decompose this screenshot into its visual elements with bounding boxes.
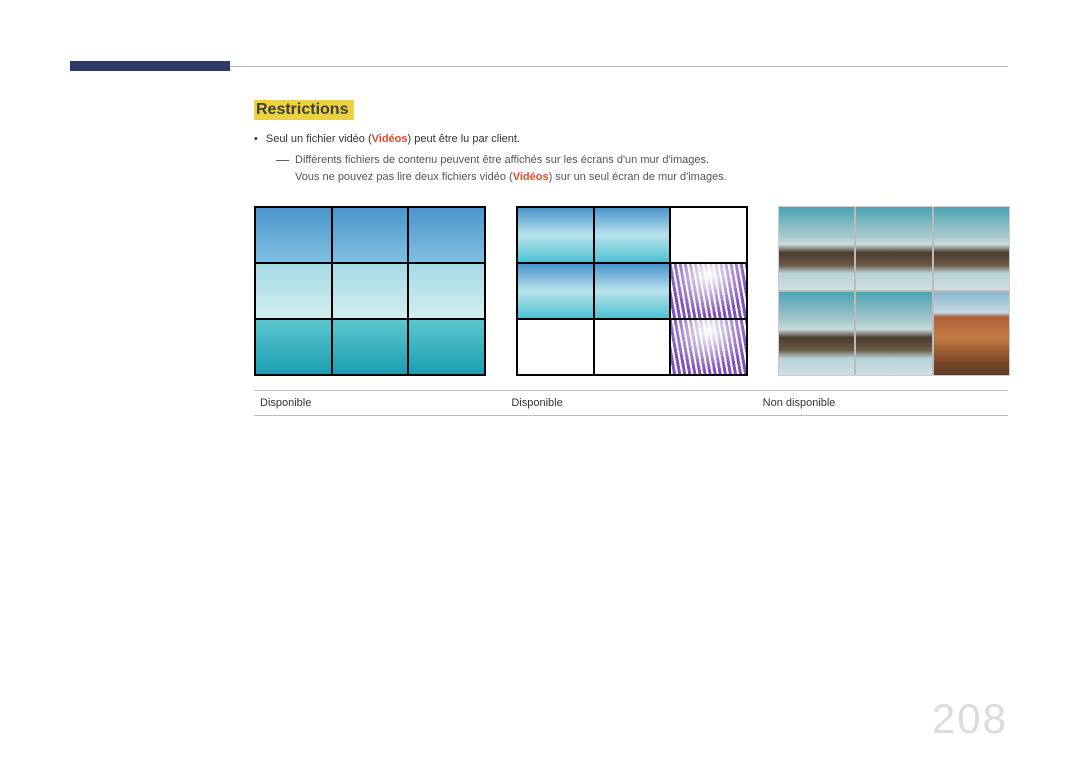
note-line-1: Différents fichiers de contenu peuvent ê…	[295, 152, 727, 169]
bullet-block: • Seul un fichier vidéo (Vidéos) peut êt…	[254, 130, 1008, 186]
tile-empty	[518, 320, 593, 374]
panel-available-1	[254, 206, 486, 376]
header-rule	[230, 66, 1008, 67]
bullet-text: Seul un fichier vidéo (Vidéos) peut être…	[266, 130, 520, 149]
tile-image	[671, 264, 746, 318]
note: ― Différents fichiers de contenu peuvent…	[254, 152, 1008, 186]
content: Restrictions • Seul un fichier vidéo (Vi…	[254, 100, 1008, 416]
tile	[256, 264, 331, 318]
tile	[333, 320, 408, 374]
caption-3: Non disponible	[757, 391, 1008, 415]
caption-row: Disponible Disponible Non disponible	[254, 390, 1008, 416]
tile	[256, 320, 331, 374]
tile	[333, 264, 408, 318]
panel-not-available	[778, 206, 1010, 376]
dash-icon: ―	[276, 152, 289, 186]
tile-video	[595, 264, 670, 318]
bullet-text-post: ) peut être lu par client.	[408, 133, 521, 145]
bullet-text-pre: Seul un fichier vidéo (	[266, 133, 372, 145]
videowall-grid-2	[516, 206, 748, 376]
videos-label: Vidéos	[372, 133, 408, 145]
tile-video-a	[934, 207, 1009, 290]
caption-1: Disponible	[254, 391, 505, 415]
tile-video	[595, 208, 670, 262]
note-text: Différents fichiers de contenu peuvent ê…	[295, 152, 727, 186]
tile-video-a	[779, 207, 854, 290]
tile-video	[518, 264, 593, 318]
panel-available-2	[516, 206, 748, 376]
tile-video-a	[856, 207, 931, 290]
tile	[409, 208, 484, 262]
page-number: 208	[932, 695, 1008, 743]
videos-label-2: Vidéos	[513, 171, 549, 183]
bullet-dot: •	[254, 130, 258, 149]
videowall-grid-1	[254, 206, 486, 376]
note-line-2: Vous ne pouvez pas lire deux fichiers vi…	[295, 169, 727, 186]
header-accent-bar	[70, 61, 230, 71]
caption-2: Disponible	[505, 391, 756, 415]
tile	[409, 320, 484, 374]
videowall-grid-3	[778, 206, 1010, 376]
videowall-panels	[254, 206, 1008, 376]
tile-video-a	[856, 292, 931, 375]
tile	[333, 208, 408, 262]
tile-video	[518, 208, 593, 262]
tile-video-b	[934, 292, 1009, 375]
note2-post: ) sur un seul écran de mur d'images.	[549, 171, 727, 183]
note2-pre: Vous ne pouvez pas lire deux fichiers vi…	[295, 171, 513, 183]
tile-empty	[671, 208, 746, 262]
tile	[256, 208, 331, 262]
bullet-item: • Seul un fichier vidéo (Vidéos) peut êt…	[254, 130, 1008, 149]
tile	[409, 264, 484, 318]
tile-video-a	[779, 292, 854, 375]
tile-empty	[595, 320, 670, 374]
section-title: Restrictions	[254, 100, 354, 120]
tile-image	[671, 320, 746, 374]
